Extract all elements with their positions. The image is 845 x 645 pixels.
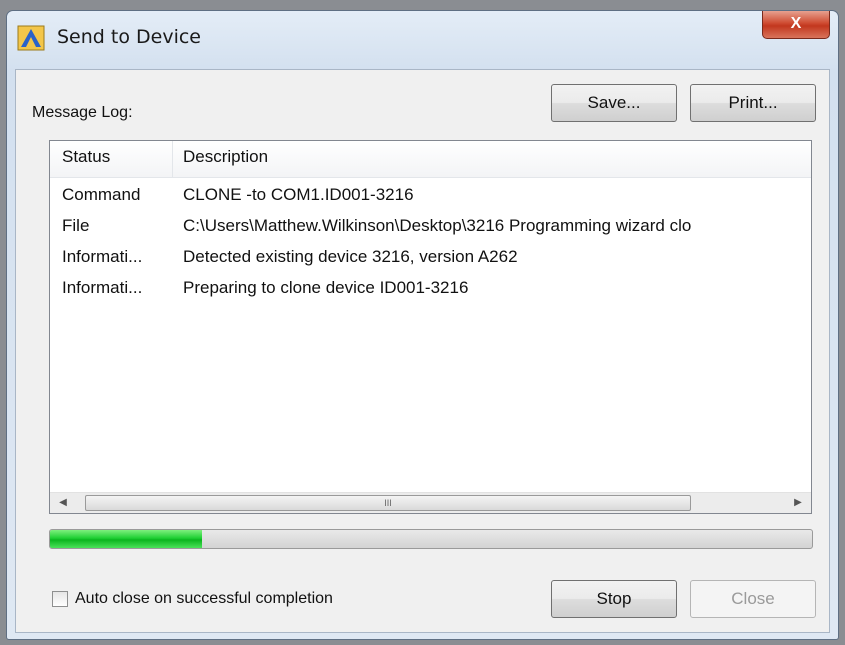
message-log-list[interactable]: Status Description Command CLONE -to COM… [49, 140, 812, 514]
device-app-icon [17, 25, 45, 51]
print-button[interactable]: Print... [690, 84, 816, 122]
table-row[interactable]: File C:\Users\Matthew.Wilkinson\Desktop\… [50, 210, 811, 241]
table-row[interactable]: Command CLONE -to COM1.ID001-3216 [50, 179, 811, 210]
column-header-description[interactable]: Description [183, 147, 268, 167]
row-status: Informati... [62, 247, 143, 266]
close-button: Close [690, 580, 816, 618]
horizontal-scrollbar[interactable]: ◀ III ▶ [50, 492, 811, 513]
row-status: Informati... [62, 278, 143, 297]
row-description: Detected existing device 3216, version A… [183, 247, 518, 266]
row-description: Preparing to clone device ID001-3216 [183, 278, 469, 297]
progress-bar [49, 529, 813, 549]
scrollbar-thumb[interactable]: III [85, 495, 691, 511]
auto-close-checkbox[interactable] [52, 591, 68, 607]
stop-button[interactable]: Stop [551, 580, 677, 618]
row-description: C:\Users\Matthew.Wilkinson\Desktop\3216 … [183, 216, 692, 235]
row-status: Command [62, 185, 141, 204]
column-header-status[interactable]: Status [62, 147, 110, 167]
table-row[interactable]: Informati... Preparing to clone device I… [50, 272, 811, 303]
message-log-label: Message Log: [32, 104, 133, 121]
scroll-left-icon[interactable]: ◀ [52, 493, 74, 513]
title-bar[interactable]: Send to Device X [7, 11, 838, 69]
auto-close-label[interactable]: Auto close on successful completion [75, 590, 333, 608]
list-header: Status Description [50, 141, 811, 178]
progress-fill [50, 530, 203, 548]
row-description: CLONE -to COM1.ID001-3216 [183, 185, 414, 204]
column-divider[interactable] [172, 141, 173, 177]
save-button[interactable]: Save... [551, 84, 677, 122]
table-row[interactable]: Informati... Detected existing device 32… [50, 241, 811, 272]
row-status: File [62, 216, 90, 235]
scroll-right-icon[interactable]: ▶ [787, 493, 809, 513]
window-title: Send to Device [57, 26, 201, 48]
close-icon[interactable]: X [762, 11, 830, 39]
